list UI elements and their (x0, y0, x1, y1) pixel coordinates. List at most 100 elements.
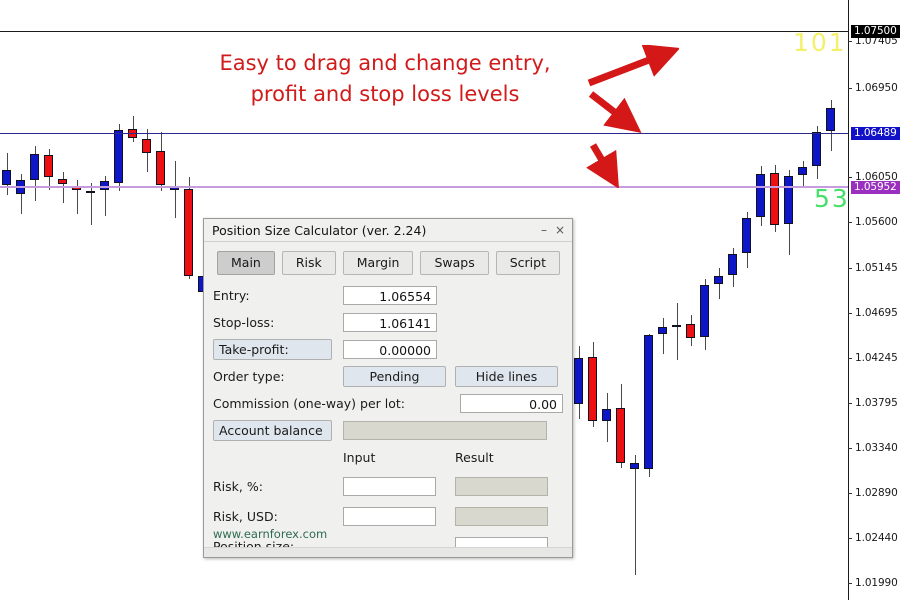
price-label: 1.06950 (855, 82, 898, 94)
order-type-button[interactable]: Pending (343, 366, 446, 387)
column-headers-row: Input Result (213, 447, 563, 468)
candle-body (672, 325, 681, 328)
position-size-calculator-dialog[interactable]: Position Size Calculator (ver. 2.24) – ×… (203, 218, 573, 558)
stop-loss-input[interactable]: 1.06141 (343, 313, 437, 332)
dialog-tabs: Main Risk Margin Swaps Script (217, 251, 563, 275)
candle (30, 146, 39, 202)
account-balance-row: Account balance (213, 420, 563, 441)
entry-level-line[interactable] (0, 133, 848, 134)
candle (714, 268, 723, 299)
dialog-title: Position Size Calculator (ver. 2.24) (212, 222, 427, 238)
price-label-highlighted-magenta[interactable]: 1.05952 (851, 181, 900, 194)
candle (100, 175, 109, 216)
take-profit-button[interactable]: Take-profit: (213, 339, 332, 360)
price-label: 1.03340 (855, 442, 898, 454)
profit-points-label: 1011 (793, 28, 848, 57)
candle-body (86, 191, 95, 194)
commission-row: Commission (one-way) per lot: 0.00 (213, 393, 563, 414)
minimize-icon[interactable]: – (536, 222, 552, 238)
price-tick (848, 403, 852, 404)
risk-usd-input[interactable] (343, 507, 436, 526)
candle (784, 169, 793, 256)
candle (770, 164, 779, 232)
candle-body (114, 130, 123, 184)
price-label: 1.04695 (855, 307, 898, 319)
candle (686, 315, 695, 346)
tab-risk[interactable]: Risk (281, 251, 336, 275)
tab-script[interactable]: Script (495, 251, 560, 275)
result-column-header: Result (455, 450, 494, 465)
annotation-text: Easy to drag and change entry, profit an… (170, 48, 600, 110)
candle (184, 176, 193, 279)
candle (658, 318, 667, 354)
risk-percent-result (455, 477, 548, 496)
price-label-highlighted-blue[interactable]: 1.06489 (851, 127, 900, 140)
annotation-line-2: profit and stop loss levels (250, 82, 520, 106)
price-scale-divider (848, 0, 849, 600)
tab-main[interactable]: Main (217, 251, 275, 275)
candle-body (798, 166, 807, 175)
candle (826, 99, 835, 151)
candle (798, 160, 807, 187)
tab-swaps[interactable]: Swaps (420, 251, 489, 275)
earnforex-link[interactable]: www.earnforex.com (213, 527, 327, 541)
candle (630, 454, 639, 575)
price-label: 1.02890 (855, 487, 898, 499)
candle (812, 126, 821, 179)
screenshot-root: 1011 537 Easy to drag and change entry, … (0, 0, 900, 600)
hide-lines-button[interactable]: Hide lines (455, 366, 558, 387)
price-tick (848, 268, 852, 269)
entry-input[interactable]: 1.06554 (343, 286, 437, 305)
commission-input[interactable]: 0.00 (460, 394, 563, 413)
candle-body (728, 254, 737, 275)
candle-wick (662, 318, 664, 354)
price-label: 1.01990 (855, 577, 898, 589)
candle-wick (718, 268, 720, 299)
candle-body (826, 107, 835, 132)
close-icon[interactable]: × (552, 222, 568, 238)
candle (156, 132, 165, 192)
take-profit-level-line[interactable] (0, 31, 848, 32)
dialog-bottom-strip (204, 547, 572, 557)
price-scale[interactable]: 1.07405 1.06950 1.06050 1.05600 1.05145 1.046… (848, 0, 900, 600)
price-tick (848, 448, 852, 449)
price-label: 1.02440 (855, 532, 898, 544)
commission-label: Commission (one-way) per lot: (213, 396, 405, 411)
candle (86, 183, 95, 225)
candle-body (574, 357, 583, 404)
dialog-body: Main Risk Margin Swaps Script Entry: 1.06554… (204, 242, 572, 557)
candle (588, 341, 597, 428)
candle (16, 173, 25, 214)
price-label: 1.05600 (855, 216, 898, 228)
candle (2, 152, 11, 196)
candle (700, 278, 709, 350)
account-balance-button[interactable]: Account balance (213, 420, 332, 441)
price-label-highlighted-black[interactable]: 1.07500 (851, 25, 900, 38)
candle (142, 129, 151, 172)
candle-body (142, 139, 151, 153)
stop-loss-row: Stop-loss: 1.06141 (213, 312, 563, 333)
order-type-label: Order type: (213, 369, 285, 384)
candle-body (784, 175, 793, 224)
candle-body (588, 356, 597, 421)
risk-percent-input[interactable] (343, 477, 436, 496)
candle (574, 345, 583, 419)
price-label: 1.05145 (855, 262, 898, 274)
account-balance-value (343, 421, 547, 440)
loss-points-label: 537 (814, 184, 848, 213)
stop-loss-level-line[interactable] (0, 186, 848, 188)
arrow-to-take-profit-icon (587, 45, 679, 87)
price-tick (848, 177, 852, 178)
risk-usd-label: Risk, USD: (213, 509, 278, 524)
candle-body (156, 150, 165, 186)
candle-body (756, 173, 765, 217)
risk-usd-row: Risk, USD: (213, 506, 563, 527)
annotation-line-1: Easy to drag and change entry, (219, 51, 551, 75)
take-profit-input[interactable]: 0.00000 (343, 340, 437, 359)
dialog-titlebar[interactable]: Position Size Calculator (ver. 2.24) – × (204, 219, 572, 242)
tab-margin[interactable]: Margin (342, 251, 414, 275)
candle (128, 115, 137, 143)
candle-body (2, 169, 11, 186)
entry-row: Entry: 1.06554 (213, 285, 563, 306)
candle-body (44, 154, 53, 177)
